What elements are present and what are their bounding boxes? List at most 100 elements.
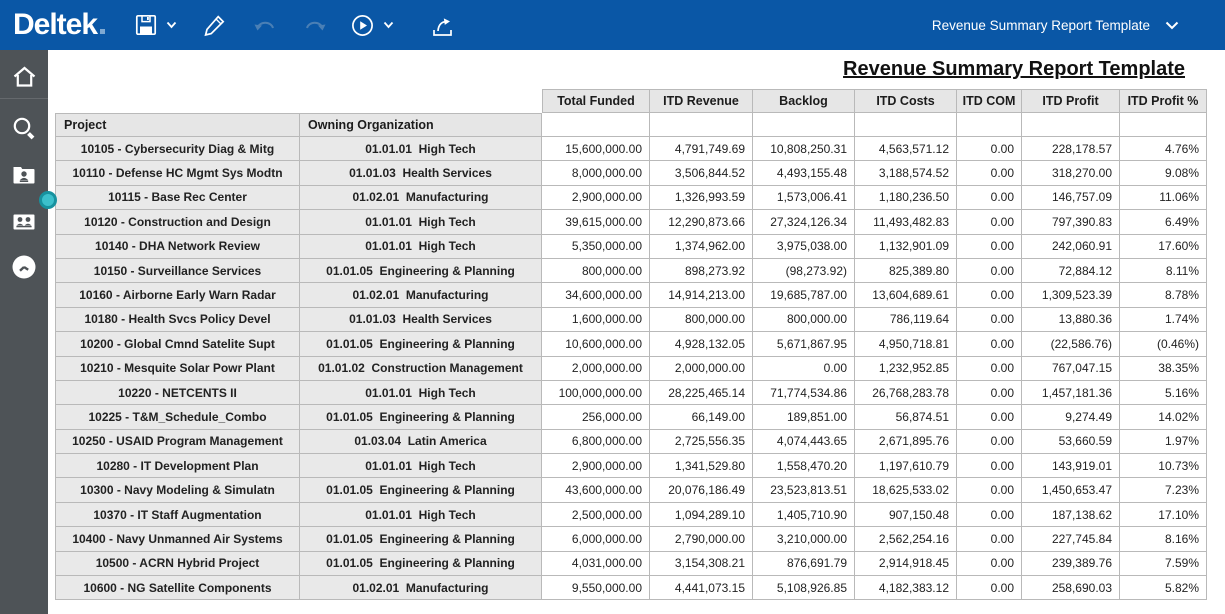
project-cell: 10500 - ACRN Hybrid Project: [55, 552, 300, 576]
total-funded-cell: 39,615,000.00: [542, 210, 650, 234]
itd-profit-cell: 143,919.01: [1022, 454, 1120, 478]
col-header-itd-profit-pct: ITD Profit %: [1120, 89, 1207, 113]
itd-costs-cell: 1,180,236.50: [855, 186, 957, 210]
itd-profit-pct-cell: (0.46%): [1120, 332, 1207, 356]
project-cell: 10150 - Surveillance Services: [55, 259, 300, 283]
itd-profit-pct-cell: 17.10%: [1120, 503, 1207, 527]
panel-drag-handle[interactable]: [39, 191, 57, 209]
itd-costs-cell: 1,197,610.79: [855, 454, 957, 478]
itd-profit-pct-cell: 9.08%: [1120, 161, 1207, 185]
table-row[interactable]: 10150 - Surveillance Services 01.01.05 E…: [55, 259, 1207, 283]
project-cell: 10280 - IT Development Plan: [55, 454, 300, 478]
itd-costs-cell: 56,874.51: [855, 405, 957, 429]
table-row[interactable]: 10120 - Construction and Design 01.01.01…: [55, 210, 1207, 234]
table-row[interactable]: 10280 - IT Development Plan 01.01.01 Hig…: [55, 454, 1207, 478]
template-selector[interactable]: Revenue Summary Report Template: [932, 18, 1179, 33]
itd-costs-cell: 907,150.48: [855, 503, 957, 527]
run-dropdown-chevron: [383, 21, 394, 29]
itd-profit-cell: 767,047.15: [1022, 357, 1120, 381]
itd-profit-cell: 9,274.49: [1022, 405, 1120, 429]
total-funded-cell: 1,600,000.00: [542, 308, 650, 332]
redo-button[interactable]: [303, 14, 327, 36]
itd-com-cell: 0.00: [957, 283, 1022, 307]
project-cell: 10370 - IT Staff Augmentation: [55, 503, 300, 527]
itd-profit-pct-cell: 4.76%: [1120, 137, 1207, 161]
table-row[interactable]: 10220 - NETCENTS II 01.01.01 High Tech 1…: [55, 381, 1207, 405]
run-play-icon: [351, 14, 374, 37]
table-row[interactable]: 10400 - Navy Unmanned Air Systems 01.01.…: [55, 527, 1207, 551]
backlog-cell: 10,808,250.31: [753, 137, 855, 161]
backlog-cell: 1,573,006.41: [753, 186, 855, 210]
table-row[interactable]: 10600 - NG Satellite Components 01.02.01…: [55, 576, 1207, 600]
run-button[interactable]: [351, 14, 394, 37]
edit-button[interactable]: [203, 13, 227, 37]
table-row[interactable]: 10140 - DHA Network Review 01.01.01 High…: [55, 235, 1207, 259]
table-row[interactable]: 10250 - USAID Program Management 01.03.0…: [55, 430, 1207, 454]
itd-profit-pct-cell: 17.60%: [1120, 235, 1207, 259]
save-icon: [135, 14, 157, 36]
table-row[interactable]: 10115 - Base Rec Center 01.02.01 Manufac…: [55, 186, 1207, 210]
itd-costs-cell: 4,950,718.81: [855, 332, 957, 356]
logo-dot: [100, 29, 105, 34]
owning-organization-cell: 01.01.01 High Tech: [300, 503, 542, 527]
itd-com-cell: 0.00: [957, 454, 1022, 478]
total-funded-cell: 43,600,000.00: [542, 478, 650, 502]
itd-profit-pct-cell: 7.59%: [1120, 552, 1207, 576]
owning-organization-cell: 01.01.05 Engineering & Planning: [300, 478, 542, 502]
report-preview-area: Revenue Summary Report Template Total Fu…: [48, 50, 1225, 614]
project-cell: 10225 - T&M_Schedule_Combo: [55, 405, 300, 429]
owning-organization-cell: 01.02.01 Manufacturing: [300, 186, 542, 210]
owning-organization-cell: 01.03.04 Latin America: [300, 430, 542, 454]
export-button[interactable]: [430, 14, 453, 37]
itd-profit-cell: 53,660.59: [1022, 430, 1120, 454]
table-row[interactable]: 10225 - T&M_Schedule_Combo 01.01.05 Engi…: [55, 405, 1207, 429]
table-row[interactable]: 10160 - Airborne Early Warn Radar 01.02.…: [55, 283, 1207, 307]
table-row[interactable]: 10500 - ACRN Hybrid Project 01.01.05 Eng…: [55, 552, 1207, 576]
total-funded-cell: 6,000,000.00: [542, 527, 650, 551]
col-header-itd-com: ITD COM: [957, 89, 1022, 113]
table-row[interactable]: 10210 - Mesquite Solar Powr Plant 01.01.…: [55, 357, 1207, 381]
total-funded-cell: 256,000.00: [542, 405, 650, 429]
itd-revenue-cell: 1,374,962.00: [650, 235, 753, 259]
col-header-itd-profit: ITD Profit: [1022, 89, 1120, 113]
sidebar-item-recent[interactable]: [0, 246, 48, 288]
itd-profit-pct-cell: 1.97%: [1120, 430, 1207, 454]
col-header-total-funded: Total Funded: [542, 89, 650, 113]
table-row[interactable]: 10105 - Cybersecurity Diag & Mitg 01.01.…: [55, 137, 1207, 161]
itd-costs-cell: 2,914,918.45: [855, 552, 957, 576]
table-row[interactable]: 10370 - IT Staff Augmentation 01.01.01 H…: [55, 503, 1207, 527]
itd-costs-cell: 2,562,254.16: [855, 527, 957, 551]
undo-button[interactable]: [253, 14, 277, 36]
sidebar-item-home[interactable]: [0, 56, 48, 98]
backlog-cell: 4,493,155.48: [753, 161, 855, 185]
itd-profit-cell: 227,745.84: [1022, 527, 1120, 551]
backlog-cell: 71,774,534.86: [753, 381, 855, 405]
table-row[interactable]: 10200 - Global Cmnd Satelite Supt 01.01.…: [55, 332, 1207, 356]
itd-revenue-cell: 3,506,844.52: [650, 161, 753, 185]
backlog-cell: 19,685,787.00: [753, 283, 855, 307]
table-row[interactable]: 10110 - Defense HC Mgmt Sys Modtn 01.01.…: [55, 161, 1207, 185]
owning-organization-cell: 01.01.01 High Tech: [300, 137, 542, 161]
itd-revenue-cell: 2,790,000.00: [650, 527, 753, 551]
numeric-header-row: Total Funded ITD Revenue Backlog ITD Cos…: [55, 89, 1207, 113]
total-funded-cell: 4,031,000.00: [542, 552, 650, 576]
owning-organization-cell: 01.01.01 High Tech: [300, 454, 542, 478]
itd-costs-cell: 825,389.80: [855, 259, 957, 283]
owning-organization-cell: 01.01.02 Construction Management: [300, 357, 542, 381]
itd-revenue-cell: 14,914,213.00: [650, 283, 753, 307]
save-button[interactable]: [135, 14, 177, 36]
table-row[interactable]: 10180 - Health Svcs Policy Devel 01.01.0…: [55, 308, 1207, 332]
save-dropdown-chevron: [166, 21, 177, 29]
sidebar-item-search[interactable]: [0, 107, 48, 149]
itd-costs-cell: 4,182,383.12: [855, 576, 957, 600]
itd-revenue-cell: 1,094,289.10: [650, 503, 753, 527]
itd-profit-cell: 228,178.57: [1022, 137, 1120, 161]
col-header-itd-costs: ITD Costs: [855, 89, 957, 113]
itd-costs-cell: 1,132,901.09: [855, 235, 957, 259]
table-row[interactable]: 10300 - Navy Modeling & Simulatn 01.01.0…: [55, 478, 1207, 502]
export-icon: [430, 14, 453, 37]
clock-icon: [10, 253, 38, 281]
itd-costs-cell: 13,604,689.61: [855, 283, 957, 307]
sidebar-item-employee[interactable]: [0, 154, 48, 196]
top-app-bar: Deltek: [0, 0, 1225, 50]
